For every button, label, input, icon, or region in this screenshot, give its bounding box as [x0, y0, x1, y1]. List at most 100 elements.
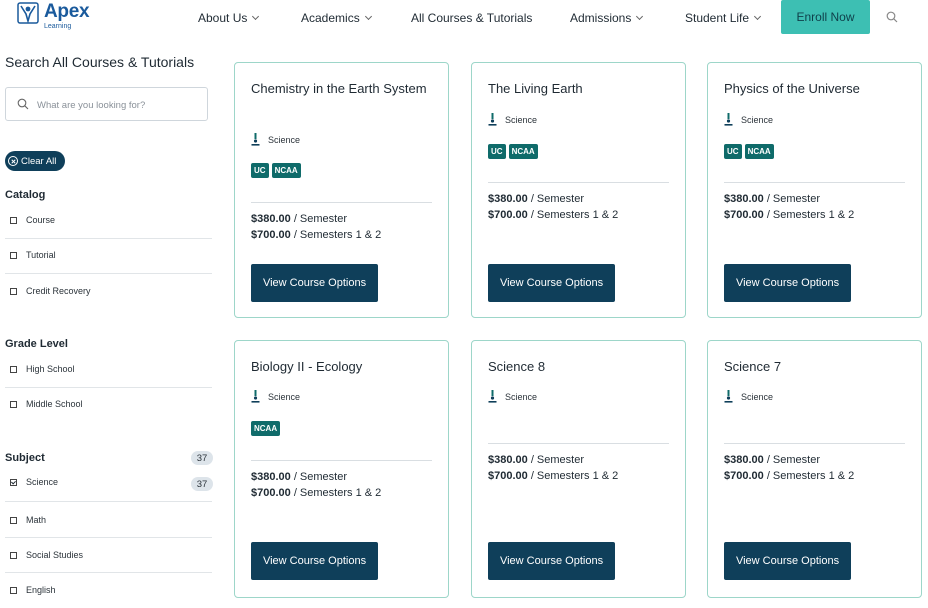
course-price: $380.00 / Semester $700.00 / Semesters 1… — [488, 191, 618, 223]
nav-all-courses[interactable]: All Courses & Tutorials — [411, 11, 532, 25]
price-full-unit: / Semesters 1 & 2 — [763, 470, 855, 482]
nav-label: All Courses & Tutorials — [411, 11, 533, 25]
course-subject: Science — [724, 390, 773, 403]
sidebar-title: Search All Courses & Tutorials — [5, 54, 195, 70]
option-label: Social Studies — [26, 550, 84, 560]
price-full: $700.00 — [488, 209, 528, 221]
microscope-icon — [724, 390, 733, 403]
filter-option-middle-school[interactable]: Middle School — [5, 388, 212, 423]
price-semester: $380.00 — [488, 454, 528, 466]
nav-about-us[interactable]: About Us — [198, 11, 260, 25]
price-semester: $380.00 — [251, 213, 291, 225]
course-price: $380.00 / Semester $700.00 / Semesters 1… — [724, 191, 854, 223]
price-full-unit: / Semesters 1 & 2 — [527, 470, 619, 482]
tag-ncaa: NCAA — [744, 144, 774, 159]
course-title[interactable]: The Living Earth — [488, 79, 673, 99]
logo[interactable]: Apex Learning — [17, 1, 97, 34]
nav-admissions[interactable]: Admissions — [570, 11, 644, 25]
filter-group-subject: Subject — [5, 452, 45, 464]
option-label: English — [26, 585, 56, 595]
logo-sub: Learning — [44, 23, 72, 30]
subject-label: Science — [741, 392, 774, 402]
view-course-options-button[interactable]: View Course Options — [724, 542, 851, 580]
nav-student-life[interactable]: Student Life — [685, 11, 762, 25]
subject-label: Science — [505, 115, 538, 125]
divider — [488, 443, 669, 444]
filter-option-tutorial[interactable]: Tutorial — [5, 239, 212, 274]
tag-ncaa: NCAA — [251, 421, 281, 436]
nav-label: Admissions — [570, 11, 632, 25]
chevron-down-icon — [252, 12, 260, 21]
search-icon[interactable] — [886, 11, 898, 23]
enroll-now-button[interactable]: Enroll Now — [781, 0, 870, 34]
view-course-options-button[interactable]: View Course Options — [251, 264, 378, 302]
checkbox[interactable] — [10, 552, 17, 559]
filter-option-course[interactable]: Course — [5, 204, 212, 239]
course-tags: NCAA — [251, 421, 281, 436]
course-title[interactable]: Chemistry in the Earth System — [251, 79, 436, 99]
course-search[interactable] — [5, 87, 208, 121]
course-card: Physics of the Universe Science UC NCAA … — [707, 62, 922, 318]
view-course-options-button[interactable]: View Course Options — [724, 264, 851, 302]
price-full: $700.00 — [251, 487, 291, 499]
view-course-options-button[interactable]: View Course Options — [251, 542, 378, 580]
checkbox[interactable] — [10, 517, 17, 524]
checkbox[interactable] — [10, 401, 17, 408]
nav-academics[interactable]: Academics — [301, 11, 372, 25]
price-full: $700.00 — [251, 229, 291, 241]
course-title[interactable]: Science 8 — [488, 357, 673, 377]
filter-option-science[interactable]: Science 37 — [5, 467, 213, 502]
divider — [724, 182, 905, 183]
price-semester-unit: / Semester — [290, 213, 348, 225]
option-label: Credit Recovery — [26, 286, 91, 296]
search-input[interactable] — [37, 96, 202, 114]
microscope-icon — [251, 390, 260, 403]
price-full-unit: / Semesters 1 & 2 — [527, 209, 619, 221]
price-semester-unit: / Semester — [763, 193, 821, 205]
checkbox[interactable] — [10, 366, 17, 373]
tag-ncaa: NCAA — [271, 163, 301, 178]
course-title[interactable]: Biology II - Ecology — [251, 357, 436, 377]
checkbox[interactable] — [10, 252, 17, 259]
option-label: Math — [26, 515, 47, 525]
filter-option-credit-recovery[interactable]: Credit Recovery — [5, 274, 212, 309]
option-label: Tutorial — [26, 250, 56, 260]
tag-uc: UC — [488, 144, 506, 159]
course-title[interactable]: Physics of the Universe — [724, 79, 909, 99]
science-count-badge: 37 — [191, 477, 213, 491]
option-label: Middle School — [26, 399, 83, 409]
course-card: Biology II - Ecology Science NCAA $380.0… — [234, 340, 449, 598]
microscope-icon — [251, 133, 260, 146]
filter-option-social-studies[interactable]: Social Studies — [5, 538, 212, 573]
view-course-options-button[interactable]: View Course Options — [488, 264, 615, 302]
chevron-down-icon — [636, 12, 644, 21]
course-card: Science 7 Science $380.00 / Semester $70… — [707, 340, 922, 598]
course-tags: UC NCAA — [488, 144, 538, 159]
course-subject: Science — [488, 390, 537, 403]
price-semester-unit: / Semester — [290, 471, 348, 483]
course-title[interactable]: Science 7 — [724, 357, 909, 377]
checkbox[interactable] — [10, 288, 17, 295]
option-label: Science — [26, 477, 59, 487]
tag-uc: UC — [251, 163, 269, 178]
clear-all-button[interactable]: Clear All — [5, 151, 65, 171]
clear-all-label: Clear All — [21, 155, 57, 167]
checkbox[interactable] — [10, 217, 17, 224]
checkbox-checked[interactable] — [10, 479, 17, 486]
filter-group-grade-level: Grade Level — [5, 338, 68, 350]
price-full-unit: / Semesters 1 & 2 — [763, 209, 855, 221]
price-semester: $380.00 — [251, 471, 291, 483]
option-label: Course — [26, 215, 56, 225]
checkbox[interactable] — [10, 587, 17, 594]
filter-option-math[interactable]: Math — [5, 503, 212, 538]
filter-option-english[interactable]: English — [5, 573, 212, 608]
course-card: Science 8 Science $380.00 / Semester $70… — [471, 340, 686, 598]
divider — [488, 182, 669, 183]
course-subject: Science — [251, 390, 300, 403]
view-course-options-button[interactable]: View Course Options — [488, 542, 615, 580]
filter-option-high-school[interactable]: High School — [5, 353, 212, 388]
course-subject: Science — [251, 133, 300, 146]
microscope-icon — [488, 113, 497, 126]
tag-ncaa: NCAA — [508, 144, 538, 159]
microscope-icon — [488, 390, 497, 403]
